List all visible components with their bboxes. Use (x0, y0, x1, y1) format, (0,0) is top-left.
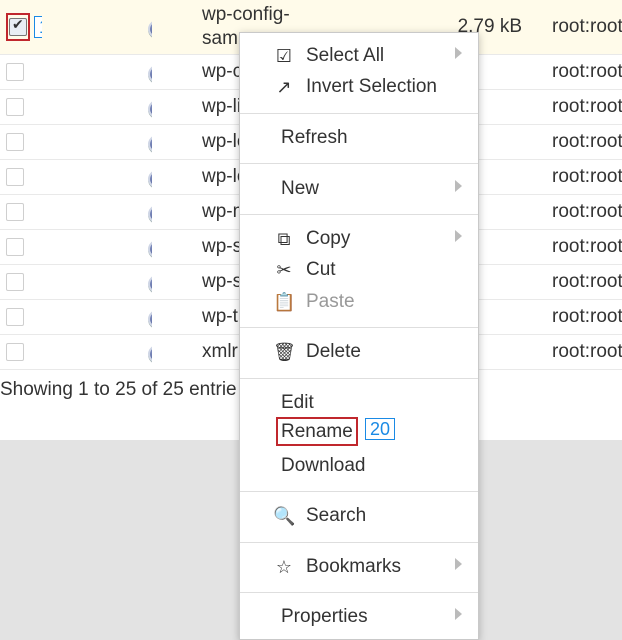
php-file-icon: php (148, 202, 152, 225)
menu-divider (240, 327, 478, 328)
file-owner: root:root (552, 0, 622, 55)
menu-item-download[interactable]: Download (240, 451, 478, 481)
menu-item-cut[interactable]: ✂ Cut (240, 255, 478, 285)
file-owner: root:root (552, 54, 622, 90)
menu-divider (240, 378, 478, 379)
file-owner: root:root (552, 159, 622, 195)
menu-item-copy[interactable]: ⧉ Copy (240, 224, 478, 254)
annotation-badge: 20 (365, 418, 396, 440)
file-owner: root:root (552, 264, 622, 300)
php-file-icon: php (148, 342, 152, 365)
menu-item-select-all[interactable]: ☑ Select All (240, 41, 478, 71)
scissors-icon: ✂ (276, 260, 292, 280)
php-file-icon: php (148, 97, 152, 120)
menu-item-properties[interactable]: Properties (240, 602, 478, 632)
php-file-icon: php (148, 307, 152, 330)
file-owner: root:root (552, 299, 622, 335)
row-checkbox[interactable] (6, 97, 24, 116)
chevron-right-icon (455, 558, 462, 570)
menu-item-invert-selection[interactable]: ↗ Invert Selection (240, 72, 478, 102)
row-checkbox[interactable] (6, 167, 24, 186)
menu-divider (240, 214, 478, 215)
row-checkbox[interactable] (6, 342, 24, 361)
row-checkbox[interactable] (6, 202, 24, 221)
chevron-right-icon (455, 608, 462, 620)
row-checkbox[interactable] (6, 62, 24, 81)
menu-item-new[interactable]: New (240, 174, 478, 204)
row-checkbox[interactable] (6, 132, 24, 151)
row-checkbox-highlight[interactable] (6, 13, 30, 41)
rename-highlight[interactable]: Rename (276, 417, 358, 446)
checkbox-check-icon: ☑ (275, 46, 293, 66)
file-owner: root:root (552, 229, 622, 265)
menu-divider (240, 113, 478, 114)
row-checkbox[interactable] (6, 307, 24, 326)
menu-divider (240, 592, 478, 593)
php-file-icon: php (148, 237, 152, 260)
menu-divider (240, 542, 478, 543)
row-checkbox[interactable] (6, 272, 24, 291)
paste-icon: 📋 (273, 292, 296, 312)
menu-divider (240, 491, 478, 492)
file-owner: root:root (552, 334, 622, 370)
row-select-cell[interactable]: 19 (0, 0, 42, 55)
table-info-text: Showing 1 to 25 of 25 entrie (0, 379, 237, 400)
menu-item-rename[interactable]: Rename 20 (240, 417, 478, 450)
menu-item-refresh[interactable]: Refresh (240, 123, 478, 153)
share-icon: ↗ (276, 77, 292, 97)
php-file-icon: php (148, 132, 152, 155)
menu-item-search[interactable]: 🔍 Search (240, 501, 478, 531)
menu-item-paste: 📋 Paste (273, 291, 355, 312)
menu-item-edit[interactable]: Edit (240, 388, 478, 418)
chevron-right-icon (455, 230, 462, 242)
chevron-right-icon (455, 180, 462, 192)
file-owner: root:root (552, 124, 622, 160)
menu-item-delete[interactable]: 🗑 Delete (240, 337, 478, 367)
php-file-icon: php (148, 272, 152, 295)
php-file-icon: php (148, 17, 152, 40)
star-icon: ☆ (275, 557, 293, 577)
copy-icon: ⧉ (277, 229, 291, 249)
menu-divider (240, 163, 478, 164)
chevron-right-icon (455, 47, 462, 59)
trash-icon: 🗑 (273, 342, 296, 362)
php-file-icon: php (148, 167, 152, 190)
file-owner: root:root (552, 89, 622, 125)
file-owner: root:root (552, 194, 622, 230)
context-menu: ☑ Select All ↗ Invert Selection Refresh … (239, 32, 479, 640)
search-icon: 🔍 (273, 506, 296, 526)
annotation-badge: 19 (34, 16, 42, 38)
row-checkbox[interactable] (6, 237, 24, 256)
row-checkbox[interactable] (9, 16, 27, 36)
php-file-icon: php (148, 62, 152, 85)
menu-item-bookmarks[interactable]: ☆ Bookmarks (240, 552, 478, 582)
